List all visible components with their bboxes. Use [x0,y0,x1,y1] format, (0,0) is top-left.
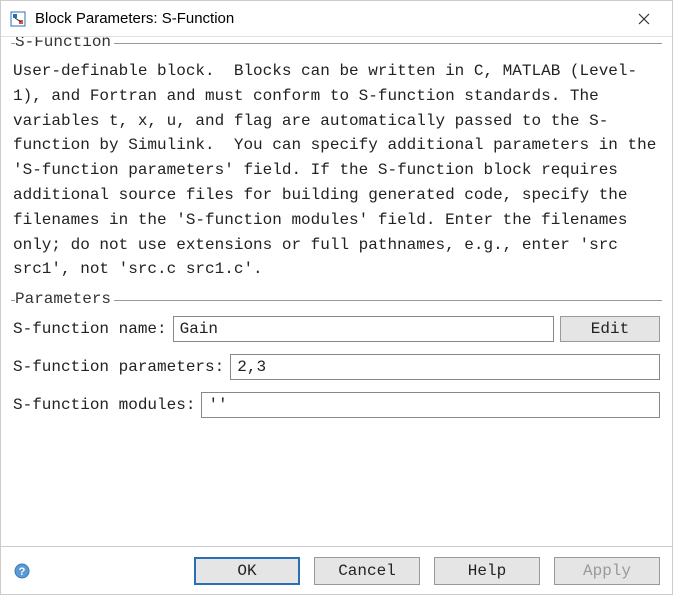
close-icon [638,13,650,25]
window-title: Block Parameters: S-Function [35,10,624,27]
cancel-button[interactable]: Cancel [314,557,420,585]
svg-text:?: ? [19,566,26,578]
sfunction-modules-input[interactable] [201,392,660,418]
sfunction-name-label: S-function name: [13,320,167,338]
sfunction-params-input[interactable] [230,354,660,380]
ok-button[interactable]: OK [194,557,300,585]
titlebar: Block Parameters: S-Function [1,1,672,37]
sfunction-params-row: S-function parameters: [13,354,660,380]
sfunction-modules-row: S-function modules: [13,392,660,418]
sfunction-legend: S-Function [15,37,114,51]
sfunction-group: S-Function User-definable block. Blocks … [11,43,662,286]
sfunction-name-row: S-function name: Edit [13,316,660,342]
edit-button[interactable]: Edit [560,316,660,342]
sfunction-name-input[interactable] [173,316,554,342]
help-icon[interactable]: ? [13,562,31,580]
parameters-legend: Parameters [15,290,114,308]
sfunction-description: User-definable block. Blocks can be writ… [13,59,660,282]
app-icon [9,10,27,28]
sfunction-modules-label: S-function modules: [13,396,195,414]
help-button[interactable]: Help [434,557,540,585]
dialog-window: Block Parameters: S-Function S-Function … [0,0,673,595]
apply-button: Apply [554,557,660,585]
parameters-group: Parameters S-function name: Edit S-funct… [11,300,662,434]
close-button[interactable] [624,1,664,37]
sfunction-params-label: S-function parameters: [13,358,224,376]
dialog-content: S-Function User-definable block. Blocks … [1,37,672,546]
button-bar: ? OK Cancel Help Apply [1,546,672,594]
